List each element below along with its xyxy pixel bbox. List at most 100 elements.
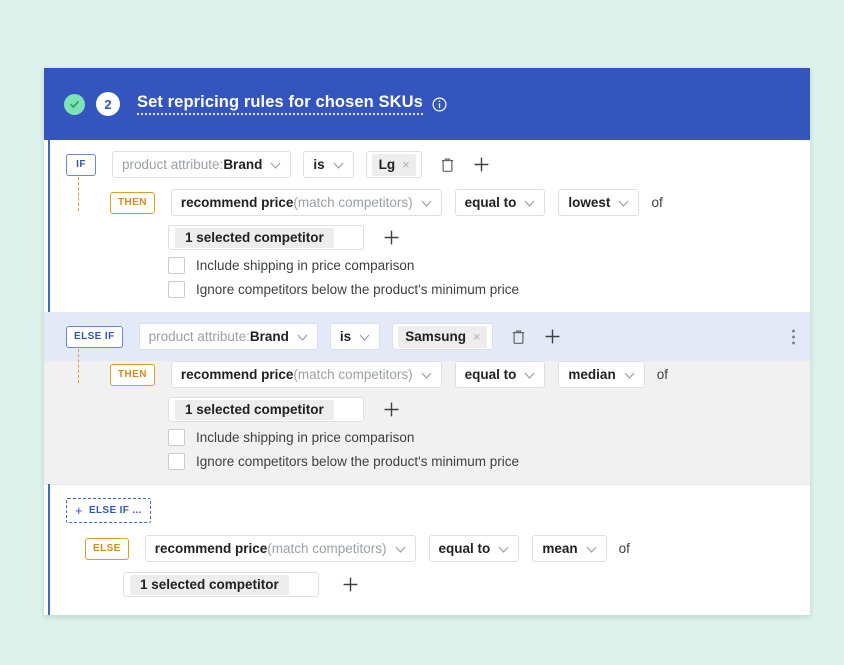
chevron-down-icon: [297, 329, 308, 344]
operator-value: is: [313, 157, 325, 172]
comparator-select-if[interactable]: equal to: [454, 189, 546, 216]
chevron-down-icon: [498, 541, 509, 556]
comparator-value: equal to: [464, 367, 517, 382]
condition-row-else-if: ELSE IF product attribute: Brand is Sams…: [44, 312, 810, 361]
else-row: ELSE recommend price (match competitors)…: [66, 535, 810, 562]
check-circle-icon: [64, 93, 85, 115]
of-label-else-if: of: [656, 367, 668, 382]
action-suffix: (match competitors): [293, 195, 413, 210]
checkbox-row-include-shipping-if: Include shipping in price comparison: [88, 250, 810, 274]
else-block: ELSE recommend price (match competitors)…: [44, 529, 810, 597]
competitors-row-else: 1 selected competitor: [66, 562, 810, 597]
selected-competitors-label: 1 selected competitor: [130, 574, 289, 595]
condition-row-if: IF product attribute: Brand is Lg ×: [44, 140, 810, 189]
page-title[interactable]: Set repricing rules for chosen SKUs: [137, 93, 423, 115]
attribute-prefix: product attribute:: [122, 157, 224, 172]
info-icon[interactable]: [432, 96, 447, 112]
card-header: 2 Set repricing rules for chosen SKUs: [44, 68, 810, 140]
add-competitor-button-if[interactable]: [382, 229, 400, 247]
selected-competitors-field-else[interactable]: 1 selected competitor: [123, 572, 319, 597]
chevron-down-icon: [421, 195, 432, 210]
value-chips-if[interactable]: Lg ×: [365, 151, 422, 178]
attribute-prefix: product attribute:: [148, 329, 250, 344]
checkbox-ignore-below-min-if[interactable]: [168, 281, 185, 298]
attribute-value: Brand: [223, 157, 263, 172]
checkbox-include-shipping-if[interactable]: [168, 257, 185, 274]
delete-condition-button-if[interactable]: [439, 156, 457, 174]
selected-competitors-field-else-if[interactable]: 1 selected competitor: [168, 397, 364, 422]
action-prefix: recommend price: [180, 367, 294, 382]
branch-else-if: ELSE IF product attribute: Brand is Sams…: [44, 312, 810, 484]
attribute-select-else-if[interactable]: product attribute: Brand: [138, 323, 318, 350]
checkbox-include-shipping-else-if[interactable]: [168, 429, 185, 446]
chip-remove-icon[interactable]: ×: [473, 329, 481, 344]
keyword-else[interactable]: ELSE: [85, 537, 129, 560]
chevron-down-icon: [333, 157, 344, 172]
operator-select-if[interactable]: is: [303, 151, 354, 178]
attribute-value: Brand: [249, 329, 289, 344]
comparator-select-else[interactable]: equal to: [428, 535, 520, 562]
chevron-down-icon: [421, 367, 432, 382]
chevron-down-icon: [395, 541, 406, 556]
selected-competitors-label: 1 selected competitor: [175, 227, 334, 248]
checkbox-label-ignore-below-min-else-if: Ignore competitors below the product's m…: [196, 454, 519, 469]
chip-label: Lg: [378, 156, 396, 172]
chevron-down-icon: [586, 541, 597, 556]
comparator-select-else-if[interactable]: equal to: [454, 361, 546, 388]
branch-if: IF product attribute: Brand is Lg × THEN…: [44, 140, 810, 312]
chevron-down-icon: [524, 195, 535, 210]
add-competitor-button-else[interactable]: [341, 576, 359, 594]
add-condition-button-else-if[interactable]: [544, 328, 562, 346]
checkbox-label-include-shipping-if: Include shipping in price comparison: [196, 258, 415, 273]
selected-competitors-field-if[interactable]: 1 selected competitor: [168, 225, 364, 250]
action-select-if[interactable]: recommend price (match competitors): [170, 189, 442, 216]
keyword-then-if[interactable]: THEN: [110, 191, 155, 214]
aggregate-select-if[interactable]: lowest: [558, 189, 640, 216]
keyword-then-else-if[interactable]: THEN: [110, 363, 155, 386]
keyword-else-if[interactable]: ELSE IF: [66, 325, 123, 348]
keyword-if[interactable]: IF: [66, 153, 96, 176]
rules-body: IF product attribute: Brand is Lg × THEN…: [44, 140, 810, 615]
action-suffix: (match competitors): [267, 541, 387, 556]
value-chips-else-if[interactable]: Samsung ×: [392, 323, 493, 350]
selected-competitors-label: 1 selected competitor: [175, 399, 334, 420]
aggregate-select-else[interactable]: mean: [532, 535, 607, 562]
add-else-if-label: ELSE IF ...: [88, 505, 142, 516]
checkbox-label-include-shipping-else-if: Include shipping in price comparison: [196, 430, 415, 445]
delete-condition-button-else-if[interactable]: [510, 328, 528, 346]
kebab-menu-icon[interactable]: [792, 329, 795, 344]
aggregate-value: median: [568, 367, 616, 382]
action-select-else-if[interactable]: recommend price (match competitors): [170, 361, 442, 388]
then-row-if: THEN recommend price (match competitors)…: [88, 189, 810, 216]
chevron-down-icon: [359, 329, 370, 344]
action-select-else[interactable]: recommend price (match competitors): [144, 535, 416, 562]
of-label-else: of: [618, 541, 630, 556]
add-condition-button-if[interactable]: [473, 156, 491, 174]
then-block-else-if: THEN recommend price (match competitors)…: [44, 349, 810, 484]
value-chip[interactable]: Samsung ×: [398, 325, 487, 348]
branch-connector: [78, 177, 79, 211]
attribute-select-if[interactable]: product attribute: Brand: [112, 151, 292, 178]
value-chip[interactable]: Lg ×: [371, 153, 416, 176]
chevron-down-icon: [618, 195, 629, 210]
chip-remove-icon[interactable]: ×: [402, 157, 410, 172]
checkbox-ignore-below-min-else-if[interactable]: [168, 453, 185, 470]
checkbox-row-include-shipping-else-if: Include shipping in price comparison: [88, 422, 810, 446]
aggregate-select-else-if[interactable]: median: [558, 361, 645, 388]
action-prefix: recommend price: [154, 541, 268, 556]
checkbox-label-ignore-below-min-if: Ignore competitors below the product's m…: [196, 282, 519, 297]
comparator-value: equal to: [438, 541, 491, 556]
operator-value: is: [339, 329, 352, 344]
repricing-rules-card: 2 Set repricing rules for chosen SKUs IF…: [44, 68, 810, 615]
add-competitor-button-else-if[interactable]: [382, 401, 400, 419]
action-suffix: (match competitors): [293, 367, 413, 382]
plus-icon: +: [75, 503, 83, 518]
competitors-row-else-if: 1 selected competitor: [88, 388, 810, 422]
operator-select-else-if[interactable]: is: [329, 323, 381, 350]
comparator-value: equal to: [464, 195, 517, 210]
chip-label: Samsung: [405, 328, 466, 344]
chevron-down-icon: [524, 367, 535, 382]
chevron-down-icon: [624, 367, 635, 382]
action-prefix: recommend price: [180, 195, 294, 210]
add-else-if-button[interactable]: + ELSE IF ...: [66, 498, 151, 523]
